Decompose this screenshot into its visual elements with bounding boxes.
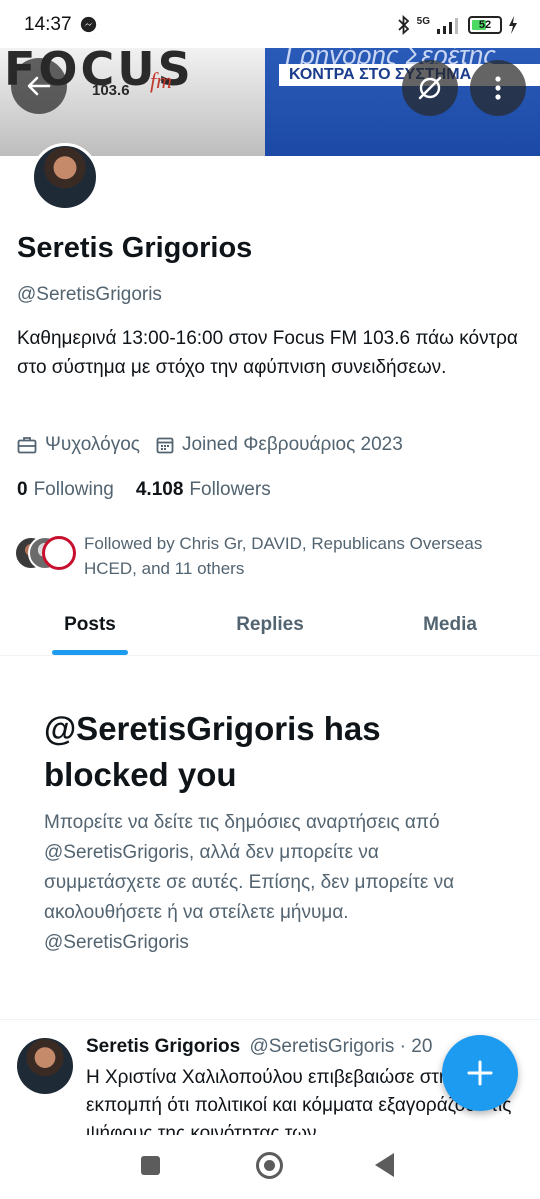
compose-button[interactable] [442,1035,518,1111]
arrow-left-icon [27,76,51,96]
status-time: 14:37 [24,14,72,35]
tweet-author-handle: @SeretisGrigoris · 20 [249,1036,433,1057]
signal-icon [437,18,458,34]
profile-stats: 0 Following 4.108 Followers [17,477,271,503]
recents-button[interactable] [141,1156,160,1175]
messenger-icon [80,16,97,33]
joined-label: Joined Φεβρουάριος 2023 [181,434,403,455]
banner-frequency: 103.6 [92,82,130,99]
profile-tabs: Posts Replies Media [0,600,540,656]
plus-icon [467,1060,493,1086]
more-vertical-icon [495,76,501,100]
blocked-description: Μπορείτε να δείτε τις δημόσιες αναρτήσει… [44,812,455,953]
charging-icon [509,16,517,34]
tweet-author-name[interactable]: Seretis Grigorios [86,1036,240,1057]
followers-count: 4.108 [135,479,184,500]
profile-avatar[interactable] [31,143,99,211]
followed-by-avatars[interactable] [14,536,78,572]
active-tab-indicator [52,650,128,655]
followers-link[interactable]: 4.108 Followers [136,479,271,501]
profile-banner[interactable]: FOCUS 103.6 fm Γρηγόρης Σερέτης ΚΟΝΤΡΑ Σ… [0,48,540,156]
blocked-title: @SeretisGrigoris has blocked you [44,710,381,793]
home-button[interactable] [256,1152,283,1179]
system-nav-bar [0,1135,540,1199]
home-dot-icon [264,1160,275,1171]
tweet-avatar[interactable] [17,1038,73,1094]
profile-display-name: Seretis Grigorios [17,232,253,264]
status-icons: 5G 52 [397,13,518,37]
profession-label: Ψυχολόγος [45,434,140,455]
profile-bio: Καθημερινά 13:00-16:00 στον Focus FM 103… [17,328,518,378]
grok-button[interactable] [402,60,458,116]
followers-label: Followers [189,479,271,500]
following-link[interactable]: 0 Following [17,479,114,501]
follower-avatar [42,536,76,570]
calendar-icon [156,437,174,454]
grok-icon [418,76,442,100]
back-button[interactable] [11,58,67,114]
briefcase-icon [17,437,37,454]
tab-posts[interactable]: Posts [0,600,180,656]
network-label: 5G [416,15,430,27]
divider [0,1019,540,1020]
following-count: 0 [17,479,28,500]
tab-media[interactable]: Media [360,600,540,656]
battery-level: 52 [478,19,492,31]
status-bar: 14:37 5G 52 [0,0,540,48]
profile-joined: Joined Φεβρουάριος 2023 [156,434,403,456]
followed-by-text[interactable]: Followed by Chris Gr, DAVID, Republicans… [84,531,524,581]
profile-meta: Ψυχολόγος Joined Φεβρουάριος 2023 [17,432,403,458]
banner-fm: fm [150,68,172,93]
profile-profession: Ψυχολόγος [17,434,140,456]
more-options-button[interactable] [470,60,526,116]
profile-handle: @SeretisGrigoris [17,284,162,305]
system-back-button[interactable] [375,1153,394,1177]
battery-icon: 52 [468,16,502,34]
bluetooth-icon [398,15,409,35]
following-label: Following [33,479,114,500]
tab-replies[interactable]: Replies [180,600,360,656]
